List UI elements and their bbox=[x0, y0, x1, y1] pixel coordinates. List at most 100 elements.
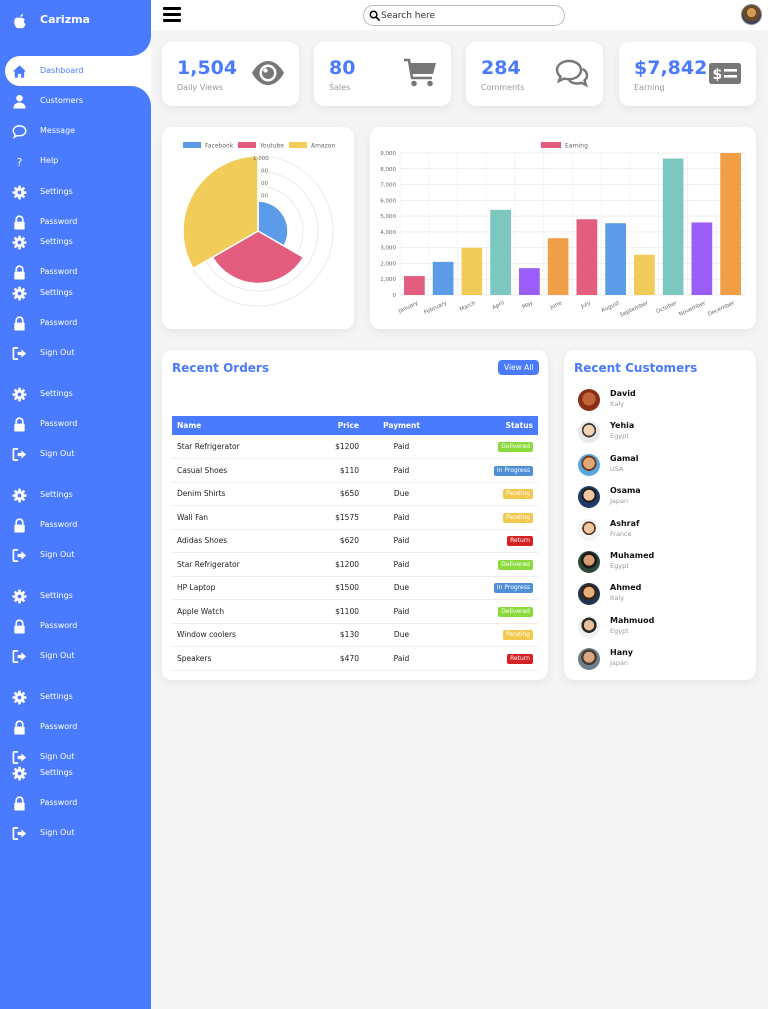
sidebar-item-password[interactable]: Password bbox=[0, 792, 151, 814]
sidebar-item-password[interactable]: Password bbox=[0, 413, 151, 435]
table-row[interactable]: Wall Fan $1575 Paid Pending bbox=[172, 505, 538, 530]
sidebar-item-label: Password bbox=[40, 267, 78, 276]
table-row[interactable]: Denim Shirts $650 Due Pending bbox=[172, 482, 538, 506]
sidebar-item-label: Password bbox=[40, 520, 78, 529]
customer-item[interactable]: David Italy bbox=[578, 387, 738, 415]
sidebar-item-settings[interactable]: Settings bbox=[0, 762, 151, 784]
order-payment-cell: Due bbox=[364, 576, 439, 600]
stat-value: 1,504 bbox=[177, 57, 238, 79]
lock-icon bbox=[11, 264, 27, 280]
stat-card-daily-views[interactable]: 1,504 Daily Views bbox=[162, 42, 299, 106]
avatar bbox=[578, 551, 600, 573]
order-payment-cell: Paid bbox=[364, 552, 439, 577]
y-tick-label: 7,000 bbox=[380, 183, 396, 189]
avatar bbox=[578, 421, 600, 444]
stat-card-sales[interactable]: 80 Sales bbox=[314, 42, 451, 106]
customer-country: Italy bbox=[610, 400, 625, 408]
customer-item[interactable]: Hany Japan bbox=[578, 646, 738, 674]
stat-card-comments[interactable]: 284 Comments bbox=[466, 42, 603, 106]
stat-card-earning[interactable]: $7,842 Earning $ bbox=[619, 42, 756, 106]
order-name-cell: Denim Shirts bbox=[172, 482, 307, 506]
sidebar-item-password[interactable]: Password bbox=[0, 312, 151, 334]
money-icon: $ bbox=[709, 63, 741, 84]
sidebar-item-label: Password bbox=[40, 419, 78, 428]
gear-icon bbox=[11, 285, 27, 301]
order-name-cell: Speakers bbox=[172, 646, 307, 671]
bar bbox=[634, 254, 655, 295]
status-badge: Delivered bbox=[498, 442, 533, 452]
sidebar-item-settings[interactable]: Settings bbox=[0, 484, 151, 506]
avatar bbox=[578, 453, 600, 476]
x-tick-label: January bbox=[397, 300, 420, 315]
sidebar-item-password[interactable]: Password bbox=[0, 211, 151, 233]
lock-icon bbox=[11, 214, 27, 230]
customer-item[interactable]: Yehia Egypt bbox=[578, 419, 738, 447]
sidebar-item-label: Password bbox=[40, 722, 78, 731]
table-row[interactable]: HP Laptop $1500 Due In Progress bbox=[172, 576, 538, 600]
lock-icon bbox=[11, 517, 27, 533]
sidebar-item-settings[interactable]: Settings bbox=[0, 585, 151, 607]
gear-icon bbox=[11, 234, 27, 250]
customer-name: Hany bbox=[610, 648, 634, 658]
sidebar-item-settings[interactable]: Settings bbox=[0, 282, 151, 304]
table-row[interactable]: Casual Shoes $110 Paid In Progress bbox=[172, 458, 538, 483]
customer-item[interactable]: Ashraf France bbox=[578, 517, 738, 545]
search-box[interactable] bbox=[363, 5, 565, 26]
menu-toggle-icon[interactable] bbox=[163, 7, 181, 22]
column-header-status[interactable]: Status bbox=[439, 416, 538, 435]
sidebar-item-sign-out[interactable]: Sign Out bbox=[0, 342, 151, 364]
table-row[interactable]: Star Refrigerator $1200 Paid Delivered bbox=[172, 435, 538, 459]
order-price-cell: $470 bbox=[307, 646, 364, 671]
sidebar-item-label: Sign Out bbox=[40, 828, 75, 837]
sidebar-item-dashboard[interactable]: Dashboard bbox=[5, 56, 151, 86]
y-tick-label: 1,000 bbox=[380, 277, 396, 283]
avatar bbox=[578, 615, 600, 638]
user-avatar[interactable] bbox=[741, 4, 762, 25]
sidebar-item-message[interactable]: Message bbox=[0, 120, 151, 142]
sidebar-item-password[interactable]: Password bbox=[0, 716, 151, 738]
column-header-name[interactable]: Name bbox=[172, 416, 307, 435]
order-payment-cell: Paid bbox=[364, 646, 439, 671]
status-badge: Pending bbox=[503, 489, 533, 500]
x-tick-label: February bbox=[423, 300, 448, 316]
table-row[interactable]: Apple Watch $1100 Paid Delivered bbox=[172, 599, 538, 624]
customer-item[interactable]: Mahmuod Egypt bbox=[578, 614, 738, 642]
sidebar-item-help[interactable]: ? Help bbox=[0, 150, 151, 172]
sidebar-item-settings[interactable]: Settings bbox=[0, 383, 151, 405]
svg-text:?: ? bbox=[16, 157, 21, 169]
view-all-button[interactable]: View All bbox=[498, 360, 540, 375]
sidebar-item-password[interactable]: Password bbox=[0, 615, 151, 637]
order-name-cell: Apple Watch bbox=[172, 599, 307, 624]
gear-icon bbox=[11, 184, 27, 200]
sidebar-item-sign-out[interactable]: Sign Out bbox=[0, 443, 151, 465]
table-row[interactable]: Window coolers $130 Due Pending bbox=[172, 623, 538, 647]
customer-item[interactable]: Gamal USA bbox=[578, 452, 738, 480]
y-tick-label: 8,000 bbox=[380, 167, 396, 173]
brand[interactable]: Carizma bbox=[0, 0, 151, 40]
table-row[interactable]: Speakers $470 Paid Return bbox=[172, 646, 538, 671]
gear-icon bbox=[11, 386, 27, 402]
sidebar-item-sign-out[interactable]: Sign Out bbox=[0, 544, 151, 566]
sidebar-item-sign-out[interactable]: Sign Out bbox=[0, 822, 151, 844]
sidebar-item-settings[interactable]: Settings bbox=[0, 231, 151, 253]
sidebar-item-customers[interactable]: Customers bbox=[0, 90, 151, 112]
sidebar-item-password[interactable]: Password bbox=[0, 261, 151, 283]
sidebar-item-sign-out[interactable]: Sign Out bbox=[0, 645, 151, 667]
customer-item[interactable]: Osama Japan bbox=[578, 484, 738, 512]
topbar bbox=[151, 0, 768, 30]
status-badge: Pending bbox=[503, 630, 533, 641]
table-row[interactable]: Star Refrigerator $1200 Paid Delivered bbox=[172, 552, 538, 577]
search-input[interactable] bbox=[381, 8, 556, 23]
sidebar-item-settings[interactable]: Settings bbox=[0, 181, 151, 203]
search-icon bbox=[369, 10, 380, 21]
sidebar-item-settings[interactable]: Settings bbox=[0, 686, 151, 708]
order-status-cell: Return bbox=[439, 646, 538, 671]
column-header-payment[interactable]: Payment bbox=[364, 416, 439, 435]
customer-item[interactable]: Muhamed Egypt bbox=[578, 549, 738, 577]
column-header-price[interactable]: Price bbox=[307, 416, 364, 435]
customer-item[interactable]: Ahmed Italy bbox=[578, 581, 738, 609]
table-row[interactable]: Adidas Shoes $620 Paid Return bbox=[172, 529, 538, 553]
bar bbox=[662, 158, 684, 295]
order-name-cell: HP Laptop bbox=[172, 576, 307, 600]
sidebar-item-password[interactable]: Password bbox=[0, 514, 151, 536]
